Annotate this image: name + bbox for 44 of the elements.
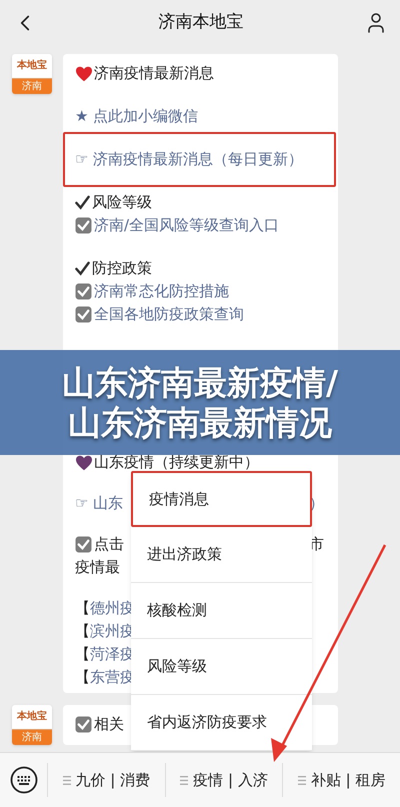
- keyboard-icon[interactable]: [10, 766, 38, 794]
- checkbox-icon: [75, 283, 92, 300]
- menu-button[interactable]: 补贴 | 租房: [298, 768, 386, 792]
- checkbox-icon: [75, 217, 92, 234]
- check-icon: [75, 261, 90, 276]
- logo-text: 本地宝: [17, 712, 47, 722]
- bracket: 【: [75, 667, 90, 688]
- menu-item[interactable]: 进出济政策: [131, 527, 312, 583]
- heading-text: 点击: [94, 534, 124, 556]
- heading-text: 山东疫情（持续更新中）: [94, 452, 259, 474]
- checkbox-icon: [75, 306, 92, 323]
- menu-icon: [62, 776, 71, 784]
- bracket: 【: [75, 598, 90, 620]
- check-icon: [75, 195, 90, 210]
- heading-text: 疫情最: [75, 557, 120, 578]
- menu-icon: [180, 776, 188, 784]
- bracket: 【: [75, 621, 90, 642]
- link-text[interactable]: 全国各地防疫政策查询: [94, 303, 244, 326]
- banner-title: 山东济南最新疫情/: [62, 362, 338, 402]
- logo-text: 本地宝: [17, 61, 47, 71]
- checkbox-icon: [75, 716, 92, 733]
- avatar-logo[interactable]: 本地宝 济南: [12, 54, 52, 94]
- window-title: 济南本地宝: [158, 10, 244, 34]
- menu-button[interactable]: 九价 | 消费: [62, 768, 150, 792]
- link-text[interactable]: ☞ 济南疫情最新消息（每日更新）: [75, 148, 304, 171]
- logo-city: 济南: [22, 82, 42, 92]
- menu-item[interactable]: 疫情消息: [131, 471, 312, 527]
- heading-text: 济南疫情最新消息: [94, 63, 214, 84]
- menu-item[interactable]: 风险等级: [131, 639, 312, 695]
- heading-text: 相关: [94, 714, 124, 736]
- link-text[interactable]: ☞ 山东: [75, 492, 124, 515]
- avatar-logo[interactable]: 本地宝 济南: [12, 705, 52, 745]
- bracket: 【: [75, 644, 90, 666]
- link-text[interactable]: ★ 点此加小编微信: [75, 105, 198, 128]
- logo-city: 济南: [22, 732, 42, 742]
- banner-title: 山东济南最新情况: [68, 402, 332, 442]
- menu-button[interactable]: 疫情 | 入济: [180, 768, 268, 792]
- menu-icon: [298, 776, 306, 784]
- menu-item[interactable]: 核酸检测: [131, 583, 312, 639]
- link-text[interactable]: 济南常态化防控措施: [94, 280, 229, 303]
- heading-text: 防控政策: [92, 258, 152, 280]
- checkbox-icon: [75, 536, 92, 553]
- heading-text: 风险等级: [92, 192, 152, 214]
- link-text[interactable]: 济南/全国风险等级查询入口: [94, 214, 280, 237]
